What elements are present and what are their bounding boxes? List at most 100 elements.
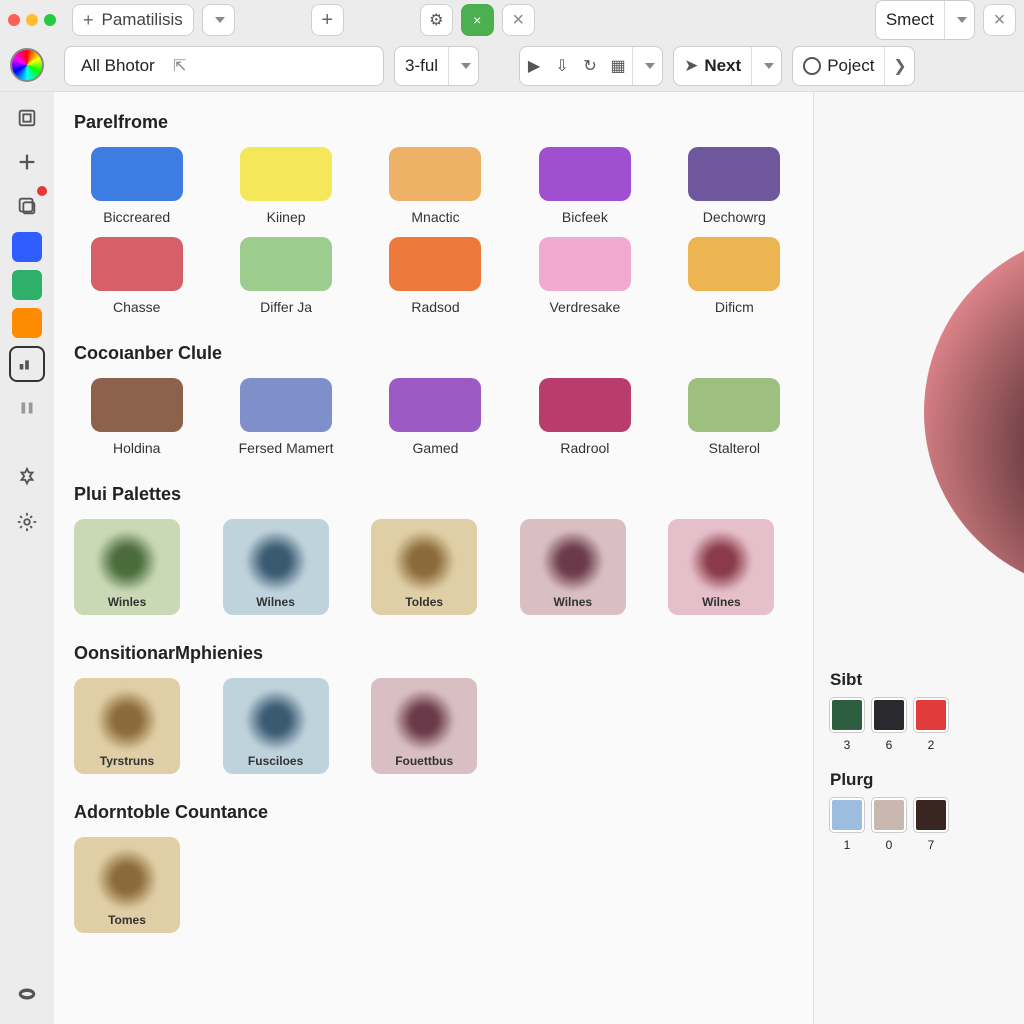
- swatch-item[interactable]: Differ Ja: [223, 237, 348, 315]
- palette-item[interactable]: Wilnes: [223, 519, 329, 615]
- maximize-icon[interactable]: [44, 14, 56, 26]
- swatch-item[interactable]: Verdresake: [522, 237, 647, 315]
- swatch-label: Dificm: [715, 299, 754, 315]
- action-more[interactable]: [632, 47, 662, 85]
- mini-swatch-item[interactable]: 3: [830, 698, 864, 752]
- palette-item[interactable]: Wilnes: [520, 519, 626, 615]
- tab-main[interactable]: + Pamatilisis: [72, 4, 194, 36]
- palette-preview: [94, 531, 160, 591]
- color-swatch[interactable]: [389, 237, 481, 291]
- sidebar-chart[interactable]: [9, 346, 45, 382]
- mini-swatch-item[interactable]: 1: [830, 798, 864, 852]
- mini-swatch-item[interactable]: 2: [914, 698, 948, 752]
- palette-item[interactable]: Fuscilоes: [223, 678, 329, 774]
- swatch-item[interactable]: Dechowrg: [672, 147, 797, 225]
- sidebar-settings[interactable]: [9, 504, 45, 540]
- color-swatch[interactable]: [240, 378, 332, 432]
- settings-button[interactable]: ⚙: [420, 4, 453, 36]
- download-icon[interactable]: ⇩: [548, 52, 576, 80]
- swatch-item[interactable]: Fersed Mamert: [223, 378, 348, 456]
- palette-item[interactable]: Toldes: [371, 519, 477, 615]
- section-title-3: Plui Palettes: [74, 484, 797, 505]
- swatch-item[interactable]: Bicfeek: [522, 147, 647, 225]
- mini-label: 1: [844, 838, 851, 852]
- swatch-item[interactable]: Biccreared: [74, 147, 199, 225]
- swatch-item[interactable]: Stalterol: [672, 378, 797, 456]
- close-icon[interactable]: [8, 14, 20, 26]
- palette-item[interactable]: Wilnes: [668, 519, 774, 615]
- tab-dropdown[interactable]: [202, 4, 235, 36]
- swatch-item[interactable]: Dificm: [672, 237, 797, 315]
- color-swatch[interactable]: [240, 147, 332, 201]
- swatch-item[interactable]: Radrool: [522, 378, 647, 456]
- palette-preview: [391, 690, 457, 750]
- palette-item[interactable]: Tyrstruns: [74, 678, 180, 774]
- grid-icon[interactable]: ▦: [604, 52, 632, 80]
- next-button[interactable]: ➤Next: [673, 46, 782, 86]
- sidebar-swatch-1[interactable]: [12, 232, 42, 262]
- status-indicator[interactable]: [461, 4, 494, 36]
- sidebar-duplicate[interactable]: [9, 188, 45, 224]
- sidebar-help[interactable]: [9, 976, 45, 1012]
- swatch-item[interactable]: Kiinep: [223, 147, 348, 225]
- mini-swatch-item[interactable]: 6: [872, 698, 906, 752]
- new-tab-button[interactable]: +: [311, 4, 344, 36]
- mini-swatch[interactable]: [872, 798, 906, 832]
- mini-swatch[interactable]: [830, 698, 864, 732]
- mini-label: 6: [886, 738, 893, 752]
- swatch-item[interactable]: Radsod: [373, 237, 498, 315]
- swatch-label: Gamed: [413, 440, 459, 456]
- color-swatch[interactable]: [688, 237, 780, 291]
- mini-swatch[interactable]: [914, 798, 948, 832]
- color-swatch[interactable]: [91, 378, 183, 432]
- color-swatch[interactable]: [91, 147, 183, 201]
- color-swatch[interactable]: [539, 147, 631, 201]
- play-icon[interactable]: ▶: [520, 52, 548, 80]
- mini-swatch[interactable]: [872, 698, 906, 732]
- color-swatch[interactable]: [539, 378, 631, 432]
- minimize-icon[interactable]: [26, 14, 38, 26]
- color-swatch[interactable]: [688, 378, 780, 432]
- palette-item[interactable]: Tomes: [74, 837, 180, 933]
- mini-swatch[interactable]: [914, 698, 948, 732]
- mini-swatch-item[interactable]: 7: [914, 798, 948, 852]
- swatch-label: Dechowrg: [703, 209, 766, 225]
- swatch-label: Biccreared: [103, 209, 170, 225]
- color-swatch[interactable]: [91, 237, 183, 291]
- mini-swatch-item[interactable]: 0: [872, 798, 906, 852]
- palette-item[interactable]: Winles: [74, 519, 180, 615]
- tab-smect[interactable]: Smect: [875, 0, 975, 40]
- color-swatch[interactable]: [389, 378, 481, 432]
- swatch-item[interactable]: Holdina: [74, 378, 199, 456]
- color-swatch[interactable]: [240, 237, 332, 291]
- color-swatch[interactable]: [688, 147, 780, 201]
- filter-dropdown[interactable]: All Bhotor ⇱: [64, 46, 384, 86]
- sidebar: [0, 92, 54, 1024]
- color-wheel-icon[interactable]: [10, 48, 44, 82]
- sidebar-add[interactable]: [9, 144, 45, 180]
- sidebar-swatch-2[interactable]: [12, 270, 42, 300]
- titlebar: + Pamatilisis + ⚙ × Smect ×: [0, 0, 1024, 40]
- window-controls[interactable]: [8, 14, 56, 26]
- palette-label: Winles: [108, 595, 147, 609]
- sidebar-swatch-3[interactable]: [12, 308, 42, 338]
- mini-swatch[interactable]: [830, 798, 864, 832]
- close-icon: ×: [512, 9, 524, 32]
- tab-label: Smect: [876, 10, 944, 30]
- swatch-item[interactable]: Chasse: [74, 237, 199, 315]
- color-preview[interactable]: [814, 112, 1024, 652]
- swatch-item[interactable]: Mnactic: [373, 147, 498, 225]
- color-swatch[interactable]: [539, 237, 631, 291]
- palette-item[interactable]: Fouettbus: [371, 678, 477, 774]
- sidebar-pause[interactable]: [9, 390, 45, 426]
- sidebar-layers[interactable]: [9, 100, 45, 136]
- sidebar-plugin[interactable]: [9, 460, 45, 496]
- refresh-icon[interactable]: ↻: [576, 52, 604, 80]
- close-tab-button[interactable]: ×: [502, 4, 535, 36]
- swatch-item[interactable]: Gamed: [373, 378, 498, 456]
- overflow-button[interactable]: ×: [983, 4, 1016, 36]
- swatch-label: Differ Ja: [260, 299, 312, 315]
- project-dropdown[interactable]: Poject ❯: [792, 46, 915, 86]
- mode-dropdown[interactable]: 3-ful: [394, 46, 479, 86]
- color-swatch[interactable]: [389, 147, 481, 201]
